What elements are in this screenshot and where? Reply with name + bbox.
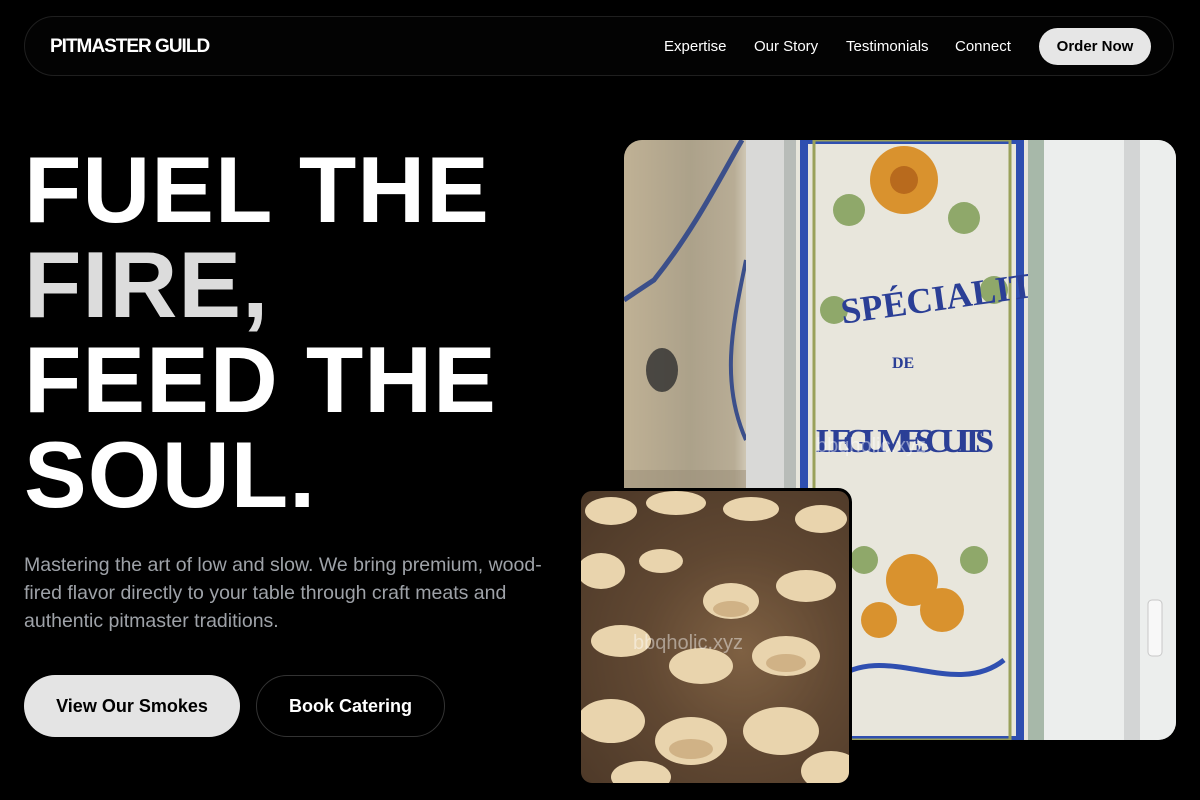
nav-link-connect[interactable]: Connect <box>955 38 1011 55</box>
hero-headline: FUEL THE FIRE, FEED THE SOUL. <box>24 142 584 522</box>
hero-image-nuts: bbqholic.xyz <box>578 488 852 786</box>
headline-line-2: FIRE, <box>24 232 270 337</box>
sign-text-mid: DE <box>892 355 914 372</box>
image-watermark: bbqholic.xyz <box>633 632 743 654</box>
nav-link-our-story[interactable]: Our Story <box>754 38 818 55</box>
image-watermark: bbqholic.xyz <box>816 435 926 457</box>
top-nav: PITMASTER GUILD Expertise Our Story Test… <box>24 16 1174 76</box>
headline-line-3: FEED THE <box>24 327 497 432</box>
headline-line-4: SOUL. <box>24 422 317 527</box>
nav-link-testimonials[interactable]: Testimonials <box>846 38 929 55</box>
nav-link-expertise[interactable]: Expertise <box>664 38 727 55</box>
book-catering-button[interactable]: Book Catering <box>256 675 445 737</box>
hero-subtext: Mastering the art of low and slow. We br… <box>24 554 542 632</box>
order-now-button[interactable]: Order Now <box>1039 28 1151 65</box>
headline-line-1: FUEL THE <box>24 137 490 242</box>
nav-links: Expertise Our Story Testimonials Connect <box>25 38 1173 58</box>
nuts-illustration: bbqholic.xyz <box>581 491 849 783</box>
view-our-smokes-button[interactable]: View Our Smokes <box>24 675 240 737</box>
